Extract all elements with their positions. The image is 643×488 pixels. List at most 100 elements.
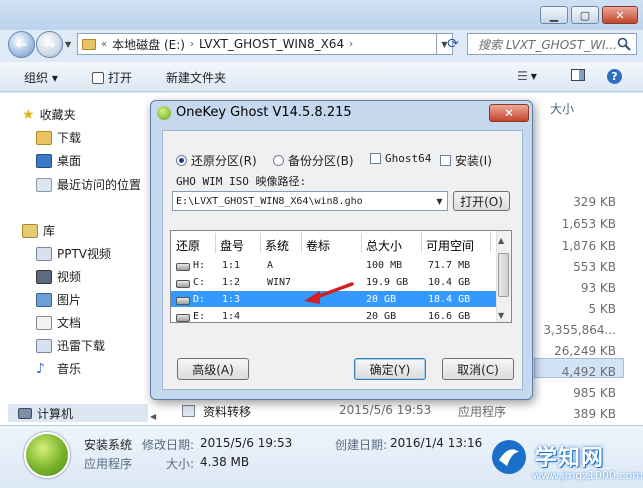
file-row[interactable]: 资料转移 2015/5/6 19:53 应用程序 <box>182 403 622 421</box>
app-icon <box>182 405 195 417</box>
sidebar-item-favorites[interactable]: ★ 收藏夹 <box>22 106 76 123</box>
sidebar-label: 视频 <box>57 270 82 284</box>
breadcrumb-drive[interactable]: 本地磁盘 (E:) <box>112 36 185 53</box>
drive-icon <box>176 297 190 305</box>
details-modified-label: 修改日期: <box>142 438 195 452</box>
ghost64-checkbox[interactable]: Ghost64 <box>370 152 431 165</box>
sidebar-item-computer[interactable]: 计算机 <box>8 404 148 422</box>
sidebar-item-documents[interactable]: 文档 <box>36 314 81 331</box>
column-header[interactable]: 总大小 <box>366 237 402 254</box>
column-header-size[interactable]: 大小 <box>550 100 574 117</box>
cancel-button[interactable]: 取消(C) <box>442 358 514 380</box>
cell-total: 19.9 GB <box>366 277 409 288</box>
sidebar-item-pptv[interactable]: PPTV视频 <box>36 245 111 262</box>
sidebar-label: 最近访问的位置 <box>57 178 142 192</box>
confirm-button[interactable]: 确定(Y) <box>354 358 426 380</box>
breadcrumb-separator[interactable]: › <box>349 39 353 50</box>
dialog-close-button[interactable]: ✕ <box>489 104 529 122</box>
checkbox-icon <box>440 155 451 166</box>
help-button[interactable]: ? <box>607 69 622 84</box>
breadcrumb-folder[interactable]: LVXT_GHOST_WIN8_X64 <box>199 37 344 51</box>
scrollbar-thumb[interactable] <box>498 253 509 297</box>
close-button[interactable]: ✕ <box>602 6 638 24</box>
refresh-icon[interactable]: ⟳ <box>441 33 465 55</box>
help-icon: ? <box>607 69 622 84</box>
column-divider[interactable] <box>490 233 491 253</box>
column-header[interactable]: 盘号 <box>220 237 244 254</box>
forward-button[interactable]: → <box>36 31 63 58</box>
search-icon[interactable] <box>617 37 631 51</box>
file-date: 2015/5/6 19:53 <box>339 403 432 417</box>
download-folder-icon <box>36 130 52 145</box>
file-name: 资料转移 <box>203 405 252 419</box>
column-divider[interactable] <box>301 233 302 253</box>
folder-icon <box>82 38 96 50</box>
file-type: 应用程序 <box>458 405 507 419</box>
change-view-button[interactable]: ☰ ▼ <box>517 69 537 83</box>
advanced-button[interactable]: 高级(A) <box>177 358 249 380</box>
open-file-button[interactable]: 打开(O) <box>453 191 510 211</box>
sidebar-item-pictures[interactable]: 图片 <box>36 291 81 308</box>
watermark-url: www.jmqz1000.com <box>532 469 643 482</box>
cell-drive: C: <box>193 277 206 288</box>
details-type: 应用程序 <box>84 457 133 471</box>
scroll-up-arrow[interactable]: ▲ <box>498 236 504 245</box>
file-size: 26,249 KB <box>554 344 616 358</box>
preview-pane-button[interactable] <box>571 69 585 81</box>
image-path-combobox[interactable]: E:\LVXT_GHOST_WIN8_X64\win8.gho <box>172 191 448 211</box>
organize-menu[interactable]: 组织 ▾ <box>24 69 58 86</box>
overflow-chevron[interactable]: « <box>101 39 107 50</box>
column-header[interactable]: 还原 <box>176 237 200 254</box>
cell-drive: E: <box>193 311 206 322</box>
radio-icon <box>273 155 284 166</box>
chevron-down-icon[interactable]: ▼ <box>432 192 447 210</box>
restore-partition-radio[interactable]: 还原分区(R) <box>176 152 257 169</box>
backup-partition-radio[interactable]: 备份分区(B) <box>273 152 354 169</box>
scroll-right-arrow[interactable]: ◀ <box>150 412 156 421</box>
address-bar[interactable]: « 本地磁盘 (E:) › LVXT_GHOST_WIN8_X64 › <box>77 33 437 55</box>
breadcrumb-separator[interactable]: › <box>190 39 194 50</box>
details-file-name: 安装系统 <box>84 438 133 452</box>
install-app-icon <box>24 432 70 478</box>
sidebar-item-music[interactable]: ♪ 音乐 <box>36 360 81 377</box>
column-header[interactable]: 卷标 <box>306 237 330 254</box>
details-created-label: 创建日期: <box>335 438 388 452</box>
column-divider[interactable] <box>361 233 362 253</box>
drive-icon <box>176 263 190 271</box>
star-icon: ★ <box>22 106 35 123</box>
sidebar-item-thunder[interactable]: 迅雷下载 <box>36 337 105 354</box>
sidebar-label: 迅雷下载 <box>57 339 106 353</box>
column-header[interactable]: 系统 <box>265 237 289 254</box>
recent-pages-dropdown[interactable]: ▼ <box>65 40 71 49</box>
organize-label: 组织 ▾ <box>24 71 58 85</box>
open-button[interactable]: 打开 <box>92 69 132 86</box>
cell-disk: 1:4 <box>222 311 241 322</box>
sidebar-item-videos[interactable]: 视频 <box>36 268 81 285</box>
maximize-button[interactable]: ▢ <box>571 6 599 24</box>
file-size: 1,876 KB <box>561 239 616 253</box>
drive-icon <box>176 280 190 288</box>
sidebar-item-downloads[interactable]: 下载 <box>36 129 81 146</box>
thunder-download-icon <box>36 338 52 353</box>
back-button[interactable]: ← <box>8 31 35 58</box>
new-folder-button[interactable]: 新建文件夹 <box>166 69 226 86</box>
sidebar-label: 文档 <box>57 316 82 330</box>
sidebar-item-desktop[interactable]: 桌面 <box>36 152 81 169</box>
scroll-down-arrow[interactable]: ▼ <box>498 311 504 320</box>
minimize-button[interactable]: ▁ <box>540 6 568 24</box>
details-size-value: 4.38 MB <box>200 455 250 469</box>
sidebar-item-recent[interactable]: 最近访问的位置 <box>36 176 141 193</box>
column-divider[interactable] <box>260 233 261 253</box>
column-divider[interactable] <box>215 233 216 253</box>
column-header[interactable]: 可用空间 <box>426 237 474 254</box>
sidebar-label: 图片 <box>57 293 82 307</box>
documents-icon <box>36 315 52 330</box>
install-checkbox[interactable]: 安装(I) <box>440 152 492 169</box>
column-divider[interactable] <box>421 233 422 253</box>
cell-disk: 1:3 <box>222 294 241 305</box>
backup-label: 备份分区(B) <box>288 154 354 168</box>
cell-total: 100 MB <box>366 260 403 271</box>
sidebar-item-libraries[interactable]: 库 <box>22 222 55 239</box>
search-input[interactable]: 搜索 LVXT_GHOST_WI... <box>467 33 637 55</box>
file-size: 93 KB <box>580 281 616 295</box>
